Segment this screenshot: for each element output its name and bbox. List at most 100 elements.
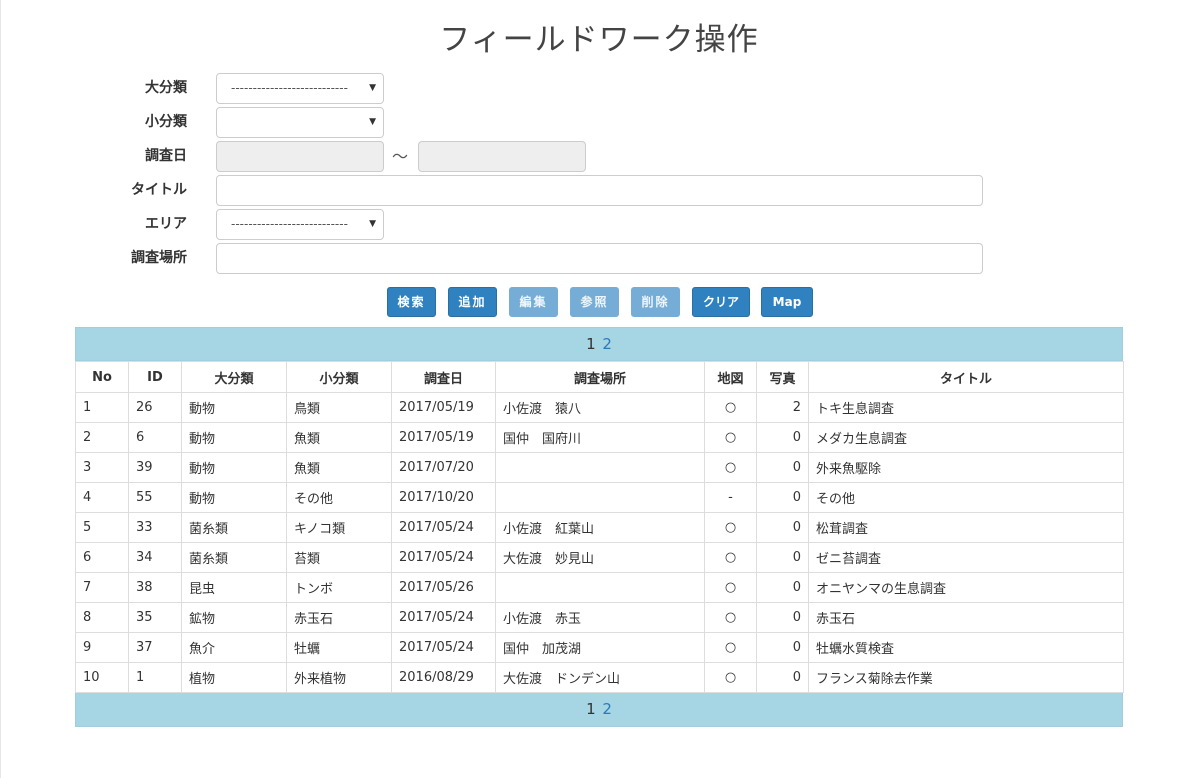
column-header-id[interactable]: ID: [128, 361, 182, 393]
column-header-date[interactable]: 調査日: [391, 361, 496, 393]
cell-place: 大佐渡 ドンデン山: [495, 662, 705, 693]
reference-button[interactable]: 参照: [570, 287, 619, 317]
cell-id: 55: [128, 482, 182, 513]
cell-map: ○: [704, 662, 757, 693]
cell-title: メダカ生息調査: [808, 422, 1124, 453]
cell-id: 26: [128, 392, 182, 423]
pagination-bottom: 1 2: [75, 693, 1123, 727]
cell-title: オニヤンマの生息調査: [808, 572, 1124, 603]
cell-date: 2016/08/29: [391, 662, 496, 693]
column-header-place[interactable]: 調査場所: [495, 361, 705, 393]
cell-map: -: [704, 482, 757, 513]
results-table-container: 1 2 No ID 大分類 小分類 調査日 調査場所 地図 写真 タイトル 12…: [75, 327, 1124, 727]
cell-minor: 牡蠣: [286, 632, 392, 663]
cell-no: 3: [75, 452, 129, 483]
table-row[interactable]: 10 1 植物 外来植物 2016/08/29 大佐渡 ドンデン山 ○ 0 フランス菊除去作業: [75, 662, 1124, 693]
cell-place: 大佐渡 妙見山: [495, 542, 705, 573]
cell-id: 35: [128, 602, 182, 633]
search-button[interactable]: 検索: [387, 287, 436, 317]
cell-title: ゼニ苔調査: [808, 542, 1124, 573]
clear-button[interactable]: クリア: [692, 287, 750, 317]
cell-photo: 0: [756, 572, 809, 603]
edit-button[interactable]: 編集: [509, 287, 558, 317]
column-header-photo[interactable]: 写真: [756, 361, 809, 393]
cell-place: [495, 482, 705, 513]
cell-photo: 0: [756, 452, 809, 483]
column-header-major[interactable]: 大分類: [181, 361, 287, 393]
cell-title: 松茸調査: [808, 512, 1124, 543]
cell-minor: 魚類: [286, 452, 392, 483]
table-row[interactable]: 5 33 菌糸類 キノコ類 2017/05/24 小佐渡 紅葉山 ○ 0 松茸調査: [75, 512, 1124, 543]
cell-no: 6: [75, 542, 129, 573]
area-value: ---------------------------: [231, 217, 348, 231]
cell-minor: トンボ: [286, 572, 392, 603]
cell-no: 7: [75, 572, 129, 603]
place-input[interactable]: [216, 243, 983, 274]
cell-date: 2017/05/19: [391, 422, 496, 453]
cell-major: 動物: [181, 422, 287, 453]
cell-map: ○: [704, 542, 757, 573]
cell-major: 植物: [181, 662, 287, 693]
survey-date-from-input[interactable]: [216, 141, 384, 172]
cell-no: 9: [75, 632, 129, 663]
cell-id: 6: [128, 422, 182, 453]
area-select[interactable]: --------------------------- ▼: [216, 209, 384, 240]
minor-category-label: 小分類: [145, 114, 187, 130]
cell-date: 2017/05/24: [391, 602, 496, 633]
cell-no: 10: [75, 662, 129, 693]
cell-no: 1: [75, 392, 129, 423]
cell-date: 2017/10/20: [391, 482, 496, 513]
cell-id: 1: [128, 662, 182, 693]
cell-minor: 苔類: [286, 542, 392, 573]
table-row[interactable]: 3 39 動物 魚類 2017/07/20 ○ 0 外来魚駆除: [75, 452, 1124, 483]
table-row[interactable]: 6 34 菌糸類 苔類 2017/05/24 大佐渡 妙見山 ○ 0 ゼニ苔調査: [75, 542, 1124, 573]
page-link-2[interactable]: 2: [602, 700, 612, 718]
cell-date: 2017/05/24: [391, 512, 496, 543]
table-row[interactable]: 9 37 魚介 牡蠣 2017/05/24 国仲 加茂湖 ○ 0 牡蠣水質検査: [75, 632, 1124, 663]
page-current: 1: [586, 700, 596, 718]
survey-date-label: 調査日: [145, 148, 187, 164]
cell-date: 2017/05/19: [391, 392, 496, 423]
cell-photo: 2: [756, 392, 809, 423]
cell-major: 昆虫: [181, 572, 287, 603]
column-header-no[interactable]: No: [75, 361, 129, 393]
cell-minor: その他: [286, 482, 392, 513]
table-row[interactable]: 4 55 動物 その他 2017/10/20-0 その他: [75, 482, 1124, 513]
major-category-select[interactable]: --------------------------- ▼: [216, 73, 384, 104]
cell-minor: 赤玉石: [286, 602, 392, 633]
add-button[interactable]: 追加: [448, 287, 497, 317]
cell-no: 5: [75, 512, 129, 543]
table-header-row: No ID 大分類 小分類 調査日 調査場所 地図 写真 タイトル: [75, 361, 1124, 393]
map-button[interactable]: Map: [761, 287, 813, 317]
cell-title: フランス菊除去作業: [808, 662, 1124, 693]
delete-button[interactable]: 削除: [631, 287, 680, 317]
page-current: 1: [586, 335, 596, 353]
table-row[interactable]: 1 26 動物 鳥類 2017/05/19 小佐渡 猿八 ○ 2 トキ生息調査: [75, 392, 1124, 423]
cell-id: 33: [128, 512, 182, 543]
page-link-2[interactable]: 2: [602, 335, 612, 353]
title-input[interactable]: [216, 175, 983, 206]
major-category-label: 大分類: [145, 80, 187, 96]
cell-title: トキ生息調査: [808, 392, 1124, 423]
table-row[interactable]: 2 6 動物 魚類 2017/05/19 国仲 国府川 ○ 0 メダカ生息調査: [75, 422, 1124, 453]
table-row[interactable]: 8 35 鉱物 赤玉石 2017/05/24 小佐渡 赤玉 ○ 0 赤玉石: [75, 602, 1124, 633]
date-range-separator: ～: [392, 147, 409, 166]
cell-major: 動物: [181, 392, 287, 423]
cell-major: 動物: [181, 452, 287, 483]
minor-category-select[interactable]: ▼: [216, 107, 384, 138]
column-header-map[interactable]: 地図: [704, 361, 757, 393]
cell-no: 2: [75, 422, 129, 453]
column-header-minor[interactable]: 小分類: [286, 361, 392, 393]
page-title: フィールドワーク操作: [439, 22, 759, 58]
cell-map: ○: [704, 452, 757, 483]
cell-date: 2017/07/20: [391, 452, 496, 483]
cell-date: 2017/05/24: [391, 632, 496, 663]
title-label: タイトル: [131, 182, 187, 198]
table-row[interactable]: 7 38 昆虫 トンボ 2017/05/26 ○ 0 オニヤンマの生息調査: [75, 572, 1124, 603]
cell-map: ○: [704, 422, 757, 453]
results-table: No ID 大分類 小分類 調査日 調査場所 地図 写真 タイトル 1 26 動物鳥…: [75, 361, 1124, 693]
column-header-title[interactable]: タイトル: [808, 361, 1124, 393]
cell-place: [495, 572, 705, 603]
cell-photo: 0: [756, 422, 809, 453]
survey-date-to-input[interactable]: [418, 141, 586, 172]
